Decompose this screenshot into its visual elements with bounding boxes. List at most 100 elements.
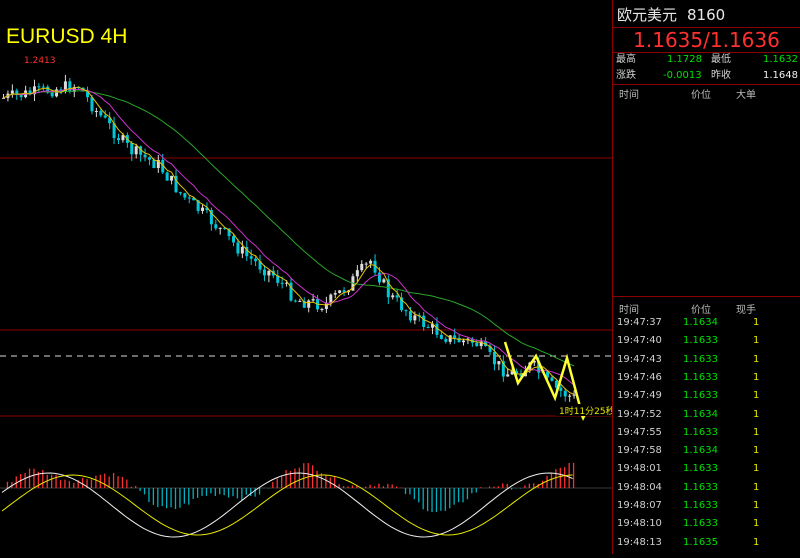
- candle-body: [391, 295, 395, 298]
- candlesticks: [2, 74, 576, 402]
- tick-price: 1.1633: [683, 500, 718, 511]
- candle-body: [170, 175, 174, 181]
- stats-block: 最高 1.1728 最低 1.1632 涨跌 -0.0013 昨收 1.1648: [613, 52, 800, 84]
- candle-body: [240, 246, 244, 254]
- tick-time: 19:47:43: [617, 353, 662, 365]
- tick-row: 19:47:55 1.1633 1: [613, 424, 800, 442]
- candle-body: [293, 300, 297, 302]
- tick-time: 19:47:46: [617, 371, 662, 383]
- candle-body: [2, 97, 5, 99]
- candle-body: [475, 342, 479, 347]
- tick-time: 19:48:07: [617, 500, 662, 511]
- tick-price: 1.1633: [683, 481, 718, 493]
- ma-fast-line: [3, 86, 575, 395]
- tick-volume: 1: [753, 518, 760, 530]
- candle-body: [201, 207, 205, 211]
- change-label: 涨跌: [616, 70, 636, 81]
- chart-title: EURUSD 4H: [6, 25, 127, 48]
- prev-close-value: 1.1648: [763, 70, 798, 81]
- candle-body: [94, 110, 98, 112]
- product-code: 8160: [687, 6, 726, 24]
- candle-body: [37, 86, 41, 88]
- candle-body: [568, 395, 572, 397]
- candle-body: [426, 326, 430, 328]
- candle-body: [506, 374, 510, 377]
- divider: [613, 84, 800, 85]
- price-chart[interactable]: EURUSD 4H 1.2413 1时11分25秒: [0, 0, 615, 554]
- tick-row: 19:48:01 1.1633 1: [613, 460, 800, 478]
- tick-price: 1.1633: [683, 518, 718, 530]
- product-name-line: 欧元美元 8160: [617, 4, 725, 25]
- tick-row: 19:48:07 1.1633 1: [613, 497, 800, 515]
- tick-price: 1.1633: [683, 390, 718, 402]
- candle-body: [550, 377, 554, 381]
- candle-body: [254, 258, 258, 262]
- low-label: 最低: [711, 54, 731, 65]
- candle-body: [214, 224, 218, 229]
- candle-body: [99, 110, 103, 116]
- tick-row: 19:47:49 1.1633 1: [613, 387, 800, 405]
- prev-close-label: 昨收: [711, 70, 731, 81]
- tick-price: 1.1633: [683, 353, 718, 365]
- high-value: 1.1728: [667, 54, 702, 65]
- candle-body: [444, 338, 448, 342]
- candle-body: [10, 90, 14, 94]
- tick-price: 1.1633: [683, 335, 718, 347]
- countdown-timer: 1时11分25秒: [559, 405, 612, 417]
- tick-volume: 1: [753, 500, 760, 511]
- tick-volume: 1: [753, 317, 760, 328]
- candle-body: [395, 295, 399, 298]
- candle-body: [249, 256, 253, 259]
- tick-volume: 1: [753, 445, 760, 457]
- tick-row: 19:48:13 1.1635 1: [613, 534, 800, 552]
- candle-body: [232, 236, 235, 243]
- candle-body: [439, 334, 443, 339]
- tick-volume: 1: [753, 481, 760, 493]
- tick-row: 19:47:40 1.1633 1: [613, 332, 800, 350]
- tick-time: 19:47:58: [617, 445, 662, 457]
- candle-body: [183, 193, 187, 198]
- tick-time: 19:48:04: [617, 481, 662, 493]
- candle-body: [117, 138, 120, 141]
- quote-panel: 欧元美元 8160 1.1635/1.1636 最高 1.1728 最低 1.16…: [612, 0, 800, 554]
- candle-body: [355, 270, 359, 277]
- low-value: 1.1632: [763, 54, 798, 65]
- candle-body: [369, 260, 373, 264]
- candle-body: [134, 146, 138, 155]
- candle-body: [364, 263, 368, 265]
- tick-volume: 1: [753, 463, 760, 475]
- stats-row-2: 涨跌 -0.0013 昨收 1.1648: [613, 68, 800, 84]
- candle-body: [90, 97, 94, 112]
- candle-body: [497, 361, 501, 365]
- candle-body: [572, 394, 576, 396]
- tick-row: 19:47:46 1.1633 1: [613, 369, 800, 387]
- big-orders-col-price: 价位: [691, 90, 711, 101]
- bid-ask-quote: 1.1635/1.1636: [613, 27, 800, 53]
- divider: [613, 296, 800, 297]
- tick-price: 1.1633: [683, 371, 718, 383]
- high-label: 最高: [616, 54, 636, 65]
- tick-price: 1.1633: [683, 463, 718, 475]
- candle-body: [147, 157, 151, 160]
- candle-body: [559, 387, 563, 391]
- tick-price: 1.1633: [683, 426, 718, 438]
- candle-body: [360, 263, 364, 271]
- candle-body: [329, 294, 333, 304]
- candle-body: [280, 282, 284, 284]
- tick-time: 19:48:13: [617, 536, 662, 548]
- tick-time: 19:47:52: [617, 408, 662, 420]
- tick-time: 19:48:01: [617, 463, 662, 475]
- candle-body: [453, 335, 457, 339]
- tick-price: 1.1634: [683, 408, 718, 420]
- tick-row: 19:48:10 1.1633 1: [613, 515, 800, 533]
- candle-body: [236, 242, 240, 254]
- candle-body: [307, 300, 311, 308]
- tick-price: 1.1635: [683, 536, 718, 548]
- candle-body: [187, 197, 191, 199]
- tick-volume: 1: [753, 371, 760, 383]
- candle-body: [41, 86, 45, 88]
- candle-body: [448, 335, 452, 342]
- candle-body: [165, 172, 169, 181]
- candle-body: [333, 293, 337, 295]
- big-orders-col-time: 时间: [619, 90, 639, 101]
